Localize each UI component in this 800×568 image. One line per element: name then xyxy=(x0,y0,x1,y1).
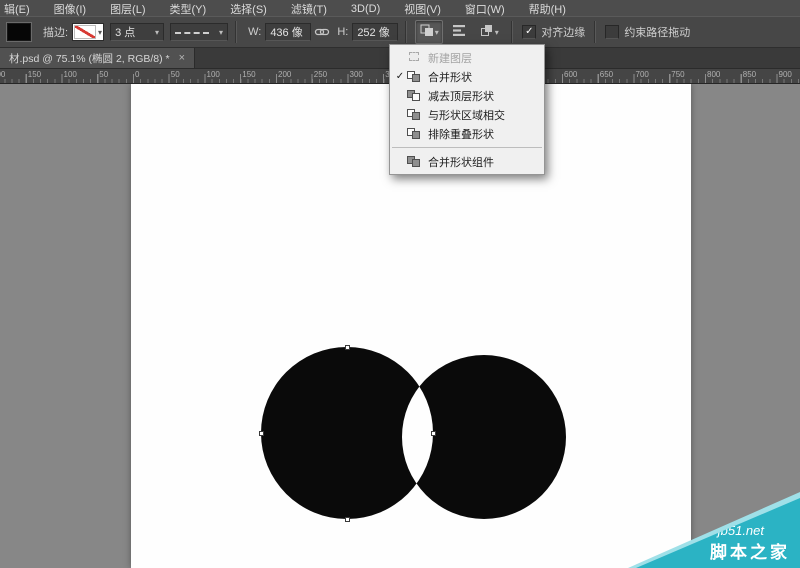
subtract-shapes-icon xyxy=(407,89,422,102)
check-mark: ✓ xyxy=(394,71,406,82)
link-dimensions-icon[interactable] xyxy=(314,26,330,38)
chevron-down-icon: ▾ xyxy=(155,28,159,37)
anchor-point-right[interactable] xyxy=(431,431,436,436)
stroke-style-select[interactable]: ▾ xyxy=(170,23,228,41)
document-tab-title: 材.psd @ 75.1% (椭圆 2, RGB/8) * xyxy=(9,51,170,66)
menu-item-subtract-front-shape[interactable]: 减去顶层形状 xyxy=(390,86,544,105)
menu-item-intersect-shape-areas[interactable]: 与形状区域相交 xyxy=(390,105,544,124)
width-value: 436 像 xyxy=(270,24,302,40)
menubar-item[interactable]: 帮助(H) xyxy=(529,1,566,17)
height-label: H: xyxy=(337,26,348,38)
menubar-item[interactable]: 图层(L) xyxy=(110,1,145,17)
ruler-label: 150 xyxy=(26,70,41,79)
ruler-label: 700 xyxy=(634,70,649,79)
path-operations-button[interactable]: ▾ xyxy=(415,20,443,44)
menubar-item[interactable]: 图像(I) xyxy=(54,1,86,17)
stroke-color-swatch[interactable]: ▾ xyxy=(72,23,104,41)
anchor-point-left[interactable] xyxy=(259,431,264,436)
chevron-down-icon: ▾ xyxy=(435,28,439,37)
ruler-label: 100 xyxy=(205,70,220,79)
new-layer-icon xyxy=(407,51,422,64)
close-tab-icon[interactable]: × xyxy=(179,52,185,64)
menubar-item[interactable]: 选择(S) xyxy=(230,1,267,17)
ruler-label: 50 xyxy=(97,70,108,79)
shape-ops-menu: 新建图层 ✓ 合并形状减去顶层形状与形状区域相交排除重叠形状合并形状组件 xyxy=(389,44,545,175)
ruler-label: 150 xyxy=(240,70,255,79)
merge-components-icon xyxy=(407,155,422,168)
ruler-label: 200 xyxy=(276,70,291,79)
chevron-down-icon: ▾ xyxy=(495,28,499,37)
chevron-down-icon: ▾ xyxy=(98,28,102,37)
unite-shapes-icon xyxy=(407,70,422,83)
menu-item-label: 与形状区域相交 xyxy=(428,107,505,123)
menubar-item[interactable]: 类型(Y) xyxy=(170,1,207,17)
menu-item-label: 减去顶层形状 xyxy=(428,88,494,104)
menubar-item[interactable]: 辑(E) xyxy=(4,1,30,17)
stroke-width-select[interactable]: 3 点 ▾ xyxy=(110,23,164,41)
path-alignment-button[interactable] xyxy=(445,20,473,44)
ruler-label: 900 xyxy=(777,70,792,79)
checkbox-unchecked-icon xyxy=(605,25,619,39)
menubar-item[interactable]: 视图(V) xyxy=(404,1,441,17)
height-input[interactable]: 252 像 xyxy=(352,23,398,41)
stroke-width-value: 3 点 xyxy=(115,24,135,40)
no-color-icon xyxy=(74,25,96,39)
align-paths-icon xyxy=(452,24,466,40)
ruler-label: 250 xyxy=(312,70,327,79)
menu-item-label: 排除重叠形状 xyxy=(428,126,494,142)
ruler-label: 100 xyxy=(62,70,77,79)
combine-shapes-icon xyxy=(420,24,434,40)
anchor-point-bottom[interactable] xyxy=(345,517,350,522)
menu-item-unite-shapes[interactable]: ✓ 合并形状 xyxy=(390,67,544,86)
width-label: W: xyxy=(248,26,261,38)
menubar-item[interactable]: 滤镜(T) xyxy=(291,1,327,17)
menubar-item[interactable]: 窗口(W) xyxy=(465,1,505,17)
menu-bar: 辑(E) 图像(I) 图层(L) 类型(Y) 选择(S) 滤镜(T) 3D(D) 视图(V) 窗… xyxy=(0,0,800,16)
separator xyxy=(235,21,237,43)
menu-item-label: 合并形状组件 xyxy=(428,154,494,170)
menu-item-label: 新建图层 xyxy=(428,50,472,66)
photoshop-window: 辑(E) 图像(I) 图层(L) 类型(Y) 选择(S) 滤镜(T) 3D(D) 视图(V) 窗… xyxy=(0,0,800,568)
stroke-label: 描边: xyxy=(43,24,68,40)
width-input[interactable]: 436 像 xyxy=(265,23,311,41)
path-arrangement-button[interactable]: ▾ xyxy=(475,20,503,44)
ruler-label: 800 xyxy=(705,70,720,79)
dashed-line-icon xyxy=(175,32,209,34)
ruler-label: 650 xyxy=(598,70,613,79)
exclude-shapes-icon xyxy=(407,127,422,140)
menu-separator xyxy=(392,147,542,148)
document-tab[interactable]: 材.psd @ 75.1% (椭圆 2, RGB/8) * × xyxy=(0,48,195,68)
anchor-point-top[interactable] xyxy=(345,345,350,350)
ruler-label: 300 xyxy=(348,70,363,79)
ruler-label: 50 xyxy=(169,70,180,79)
intersect-shapes-icon xyxy=(407,108,422,121)
menu-item-exclude-overlapping-shapes[interactable]: 排除重叠形状 xyxy=(390,124,544,143)
fill-color-swatch[interactable] xyxy=(7,23,31,41)
separator xyxy=(594,21,596,43)
watermark-site: jb51.net xyxy=(718,523,764,538)
checkbox-checked-icon: ✓ xyxy=(522,25,536,39)
separator xyxy=(511,21,513,43)
separator xyxy=(405,21,407,43)
menu-item-merge-shape-components[interactable]: 合并形状组件 xyxy=(390,152,544,171)
ruler-label: 850 xyxy=(741,70,756,79)
ruler-label: 750 xyxy=(669,70,684,79)
align-edges-label: 对齐边缘 xyxy=(541,24,585,40)
menu-item-new-layer[interactable]: 新建图层 xyxy=(390,48,544,67)
constrain-path-label: 约束路径拖动 xyxy=(624,24,690,40)
ruler-label: 200 xyxy=(0,70,5,79)
menubar-item[interactable]: 3D(D) xyxy=(351,3,380,15)
constrain-path-checkbox[interactable]: 约束路径拖动 xyxy=(605,24,690,40)
align-edges-checkbox[interactable]: ✓ 对齐边缘 xyxy=(522,24,585,40)
ruler-label: 0 xyxy=(133,70,139,79)
height-value: 252 像 xyxy=(357,24,389,40)
watermark-name: 脚本之家 xyxy=(710,538,790,563)
menu-item-label: 合并形状 xyxy=(428,69,472,85)
ruler-label: 600 xyxy=(562,70,577,79)
arrange-paths-icon xyxy=(480,24,494,40)
chevron-down-icon: ▾ xyxy=(219,28,223,37)
